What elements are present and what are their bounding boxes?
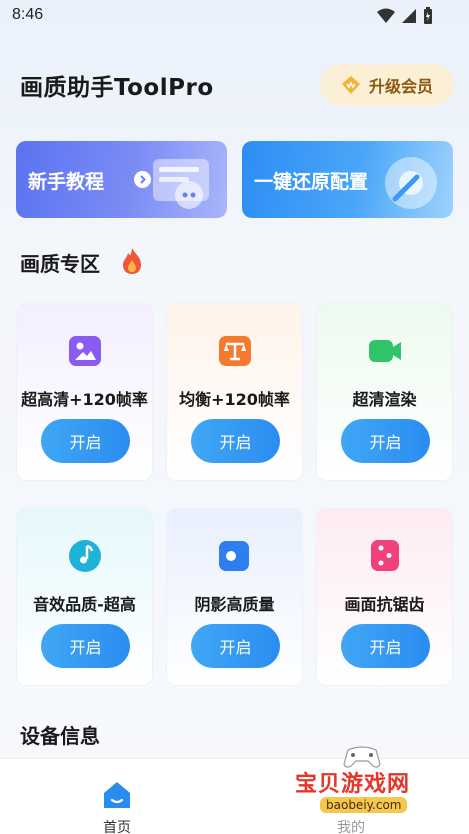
vip-crown-icon [341,76,360,94]
video-camera-icon [369,340,401,362]
watermark-text: 宝贝游戏网 [295,772,411,797]
quality-section-title: 画质专区 [20,252,100,276]
enable-button[interactable]: 开启 [341,419,430,463]
header: 画质助手ToolPro 升级会员 [0,56,469,116]
card-label: 音效品质-超高 [33,595,136,614]
card-label: 超清渲染 [352,390,417,409]
card-shadow-quality: 阴影高质量 开启 [166,508,303,686]
card-label: 画面抗锯齿 [344,595,425,614]
card-label: 均衡+120帧率 [179,390,290,409]
wifi-icon [377,8,395,23]
image-icon [69,336,101,366]
card-anti-aliasing: 画面抗锯齿 开启 [316,508,453,686]
upgrade-vip-button[interactable]: 升级会员 [320,64,454,106]
restore-config-banner-label: 一键还原配置 [254,171,369,193]
signal-icon [402,9,416,23]
home-icon [104,782,130,808]
enable-button[interactable]: 开启 [191,624,280,668]
enable-button[interactable]: 开启 [41,624,130,668]
device-section-title: 设备信息 [20,724,100,748]
battery-icon [424,7,432,24]
status-icons [377,7,433,25]
fire-icon [123,248,141,274]
card-audio-quality: 音效品质-超高 开启 [16,508,153,686]
nav-home-label: 首页 [103,820,131,834]
status-time: 8:46 [12,6,44,23]
nav-home[interactable]: 首页 [88,769,146,834]
shadow-icon [219,541,249,571]
dice-icon [371,540,399,571]
tutorial-illustration-icon [153,159,209,209]
card-ultra-hd-120fps: 超高清+120帧率 开启 [16,303,153,481]
watermark: 宝贝游戏网 baobeiy.com [292,742,442,834]
vip-button-label: 升级会员 [368,77,433,96]
status-bar: 8:46 [0,0,469,32]
balance-icon [219,336,251,366]
card-ultra-render: 超清渲染 开启 [316,303,453,481]
enable-button[interactable]: 开启 [191,419,280,463]
tutorial-banner[interactable]: 新手教程 [16,141,227,218]
music-note-icon [69,540,101,572]
gear-wrench-icon [385,157,437,209]
card-balanced-120fps: 均衡+120帧率 开启 [166,303,303,481]
enable-button[interactable]: 开启 [41,419,130,463]
watermark-url: baobeiy.com [320,797,408,813]
card-label: 超高清+120帧率 [21,390,148,409]
app-title: 画质助手ToolPro [20,75,214,101]
restore-config-banner[interactable]: 一键还原配置 [242,141,453,218]
card-label: 阴影高质量 [194,595,275,614]
enable-button[interactable]: 开启 [341,624,430,668]
tutorial-banner-label: 新手教程 [28,171,105,193]
